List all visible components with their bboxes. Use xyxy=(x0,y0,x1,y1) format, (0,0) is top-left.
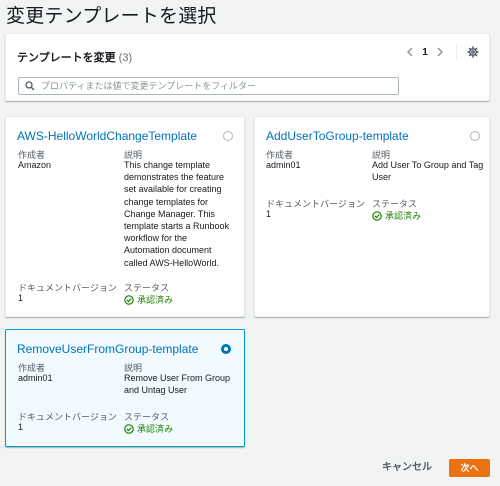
description-value: This change template demonstrates the fe… xyxy=(124,159,242,269)
template-card-hello-world[interactable]: AWS-HelloWorldChangeTemplate 作成者 Amazon … xyxy=(5,116,245,317)
description-value: Remove User From Group and Untag User xyxy=(124,372,242,396)
template-count: (3) xyxy=(118,52,133,64)
description-line: and Untag User xyxy=(124,385,188,396)
card-title[interactable]: AWS-HelloWorldChangeTemplate xyxy=(17,129,197,143)
chevron-left-icon[interactable] xyxy=(403,44,417,60)
status-badge: 承認済み xyxy=(124,293,173,306)
doc-version-value: 1 xyxy=(266,209,272,219)
description-line: Automation document xyxy=(124,245,212,256)
page-title: 変更テンプレートを選択 xyxy=(6,6,217,27)
description-line: This change template xyxy=(124,160,211,170)
template-card-add-user[interactable]: AddUserToGroup-template 作成者 admin01 説明 A… xyxy=(254,116,490,317)
doc-version-value: 1 xyxy=(18,422,24,432)
author-value: admin01 xyxy=(266,160,301,170)
description-line: demonstrates the feature xyxy=(124,172,225,183)
status-badge: 承認済み xyxy=(124,422,173,435)
doc-version-value: 1 xyxy=(18,293,24,303)
template-radio[interactable] xyxy=(470,131,480,141)
description-line: Remove User From Group xyxy=(124,373,231,383)
author-value: Amazon xyxy=(18,160,52,170)
doc-version-label: ドキュメントバージョン xyxy=(266,199,365,209)
card-title[interactable]: AddUserToGroup-template xyxy=(266,129,409,143)
status-value: 承認済み xyxy=(137,295,174,305)
doc-version-label: ドキュメントバージョン xyxy=(18,412,117,422)
pager-divider xyxy=(456,44,457,60)
search-box[interactable] xyxy=(18,77,399,95)
description-line: change templates for xyxy=(124,196,209,207)
status-value: 承認済み xyxy=(385,211,422,221)
status-badge: 承認済み xyxy=(372,209,421,222)
description-line: User xyxy=(372,172,392,183)
search-icon xyxy=(21,78,39,94)
check-circle-icon xyxy=(372,210,382,221)
description-line: Change Manager. This xyxy=(124,208,215,219)
template-radio[interactable] xyxy=(223,131,233,141)
template-radio-selected[interactable] xyxy=(221,344,231,354)
description-line: set available for creating xyxy=(124,184,222,195)
description-line: Add User To Group and Tag xyxy=(372,160,484,170)
pagination: 1 xyxy=(403,44,447,60)
description-value: Add User To Group and Tag User xyxy=(372,159,490,183)
card-title[interactable]: RemoveUserFromGroup-template xyxy=(17,342,198,356)
template-card-remove-user[interactable]: RemoveUserFromGroup-template 作成者 admin01… xyxy=(5,329,245,447)
description-line: template starts a Runbook xyxy=(124,221,230,232)
gear-icon[interactable] xyxy=(465,44,481,60)
next-button[interactable]: 次へ xyxy=(449,459,490,477)
check-circle-icon xyxy=(124,423,134,434)
search-input[interactable] xyxy=(39,79,394,93)
cancel-button[interactable]: キャンセル xyxy=(375,461,439,475)
panel-header: テンプレートを変更 (3) xyxy=(17,49,132,65)
description-line: workflow for the xyxy=(124,233,188,244)
doc-version-label: ドキュメントバージョン xyxy=(18,283,117,293)
page-number[interactable]: 1 xyxy=(417,47,433,58)
panel-header-label: テンプレートを変更 xyxy=(17,52,116,64)
chevron-right-icon[interactable] xyxy=(433,44,447,60)
description-line: called AWS-HelloWorld. xyxy=(124,257,220,268)
check-circle-icon xyxy=(124,294,134,305)
status-value: 承認済み xyxy=(137,424,174,434)
author-value: admin01 xyxy=(18,373,53,383)
